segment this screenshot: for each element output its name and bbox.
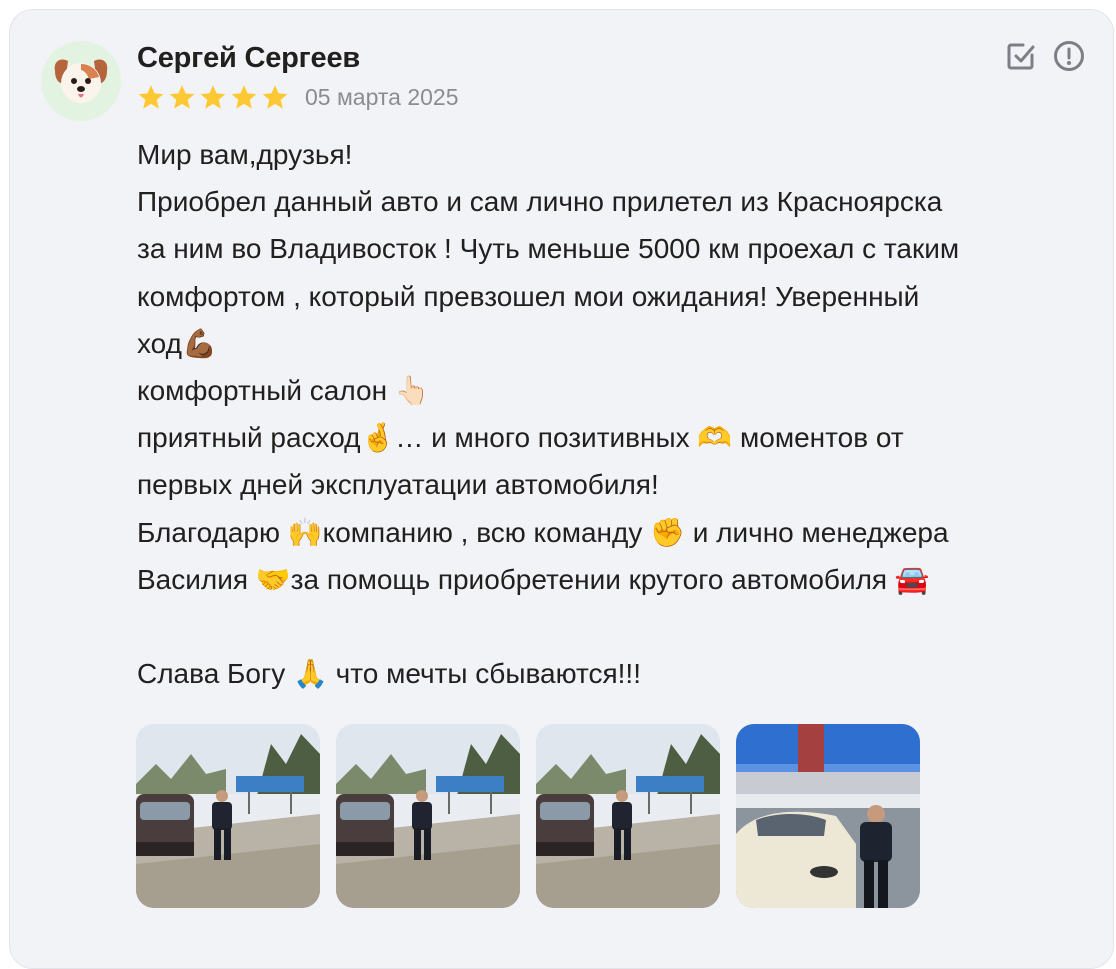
puppy-face-icon (54, 59, 108, 103)
review-text-line: Приобрел данный авто и сам лично прилете… (137, 186, 943, 218)
review-text-line: за ним во Владивосток ! Чуть меньше 5000… (137, 233, 960, 265)
review-text-line: комфортный салон 👆🏻 (137, 375, 430, 407)
avatar[interactable] (41, 41, 121, 121)
rating-row: 05 марта 2025 (137, 82, 459, 112)
review-card: Сергей Сергеев 05 марта 2025 Мир вам,дру… (9, 9, 1114, 969)
review-photo[interactable] (336, 724, 520, 908)
check-square-icon (1007, 43, 1035, 70)
photo-roadside-sign (136, 724, 320, 908)
review-actions (1004, 39, 1086, 73)
star-rating (137, 84, 289, 111)
review-text-line: приятный расход🤞… и много позитивных 🫶 м… (137, 422, 904, 454)
edit-button[interactable] (1004, 39, 1038, 73)
photo-roadside-sign (536, 724, 720, 908)
review-text-line (137, 603, 1087, 650)
review-photo[interactable] (736, 724, 920, 908)
star-icon (168, 84, 196, 111)
review-text-line: первых дней эксплуатации автомобиля! (137, 469, 659, 501)
review-text-line: Благодарю 🙌компанию , всю команду ✊ и ли… (137, 516, 949, 548)
review-date: 05 марта 2025 (305, 83, 459, 110)
review-photo[interactable] (136, 724, 320, 908)
star-icon (199, 84, 227, 111)
review-text-line: Василия 🤝за помощь приобретении крутого … (137, 563, 930, 595)
star-icon (261, 84, 289, 111)
author-name[interactable]: Сергей Сергеев (137, 42, 360, 75)
review-text-line: комфортом , который превзошел мои ожидан… (137, 280, 920, 312)
review-photo[interactable] (536, 724, 720, 908)
photo-roadside-sign (336, 724, 520, 908)
review-text-line: Слава Богу 🙏 что мечты сбываются!!! (137, 658, 641, 690)
review-text-line: ход💪🏾 (137, 327, 217, 359)
report-button[interactable] (1052, 39, 1086, 73)
star-icon (230, 84, 258, 111)
exclamation-circle-icon (1054, 41, 1084, 71)
photo-car-with-owner (736, 724, 920, 908)
photo-gallery (136, 724, 920, 908)
star-icon (137, 84, 165, 111)
review-text-line: Мир вам,друзья! (137, 139, 353, 170)
review-text: Мир вам,друзья! Приобрел данный авто и с… (137, 131, 1087, 697)
